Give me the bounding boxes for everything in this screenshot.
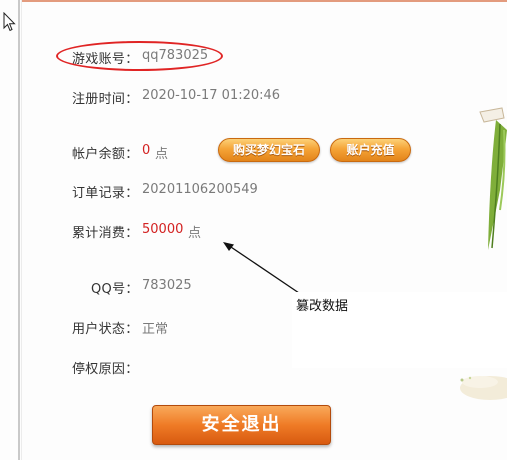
recharge-button[interactable]: 账户充值 [330,138,411,162]
order-record-label: 订单记录： [72,186,139,201]
decorative-leaf-illustration [479,107,507,250]
balance-label: 帐户余额： [72,147,139,162]
logout-button[interactable]: 安全退出 [152,405,331,445]
decorative-cloud-illustration [460,376,507,400]
status-label: 用户状态： [72,322,139,337]
window-border-inner [21,0,22,460]
account-info-page: 游戏账号： qq783025 注册时间： 2020-10-17 01:20:46… [0,0,507,460]
game-account-label: 游戏账号： [72,52,139,67]
total-spend-value: 50000 [142,222,184,237]
qq-label: QQ号： [91,282,139,297]
order-record-value: 20201106200549 [142,182,258,197]
annotation-text: 篡改数据 [296,299,349,314]
annotation-arrow-icon [223,242,300,294]
register-time-label: 注册时间： [72,92,139,107]
qq-value: 783025 [142,278,192,293]
balance-value: 0 [142,143,151,158]
suspend-reason-label: 停权原因： [72,362,139,377]
mouse-cursor-icon [3,12,16,32]
balance-unit: 点 [155,147,169,162]
total-spend-label: 累计消费： [72,226,139,241]
total-spend-unit: 点 [188,226,202,241]
window-border [18,0,20,460]
buy-gems-button[interactable]: 购买梦幻宝石 [218,138,320,162]
register-time-value: 2020-10-17 01:20:46 [142,88,281,103]
status-value: 正常 [142,322,169,337]
top-accent-line [22,0,507,2]
game-account-value: qq783025 [142,48,209,63]
